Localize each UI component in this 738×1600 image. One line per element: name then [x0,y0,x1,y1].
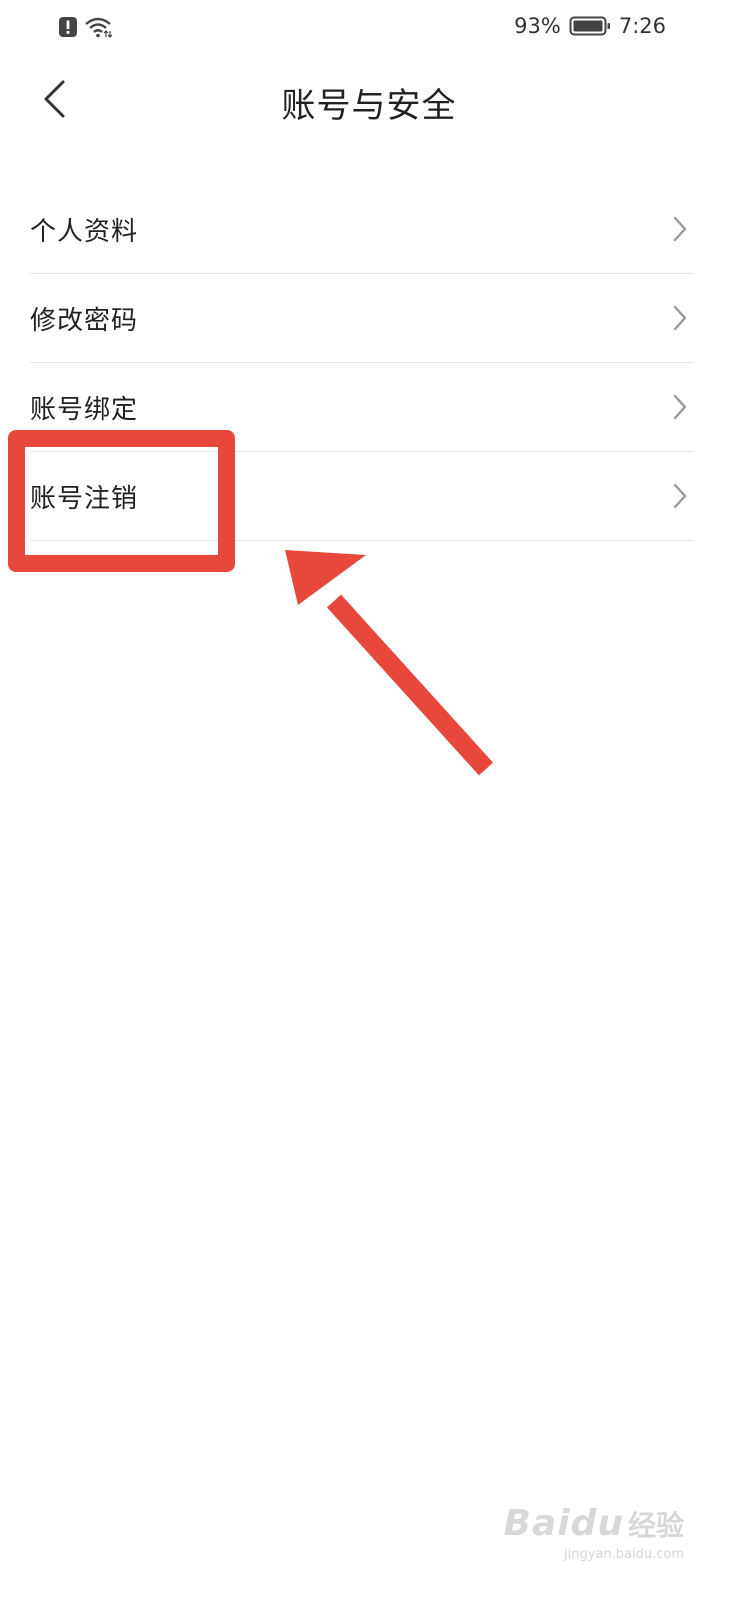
clock: 7:26 [618,14,666,38]
menu-item-label: 修改密码 [30,305,139,336]
chevron-right-icon [672,393,688,421]
chevron-right-icon [672,482,688,510]
status-right: 93% 7:26 [514,14,666,38]
battery-percent: 93% [514,14,561,38]
status-left [58,16,113,42]
watermark: Baidu 经验 jingyan.baidu.com [503,1503,685,1562]
watermark-url: jingyan.baidu.com [564,1547,684,1562]
annotation-highlight-box [8,430,235,572]
chevron-right-icon [672,215,688,243]
battery-icon [569,15,611,37]
menu-item-label: 账号绑定 [30,394,139,425]
watermark-suffix: 经验 [627,1509,684,1542]
wifi-icon [84,16,113,42]
menu-item-change-password[interactable]: 修改密码 [30,274,694,363]
status-bar: 93% 7:26 [0,0,738,56]
nav-bar: 账号与安全 [0,60,738,144]
chevron-right-icon [672,304,688,332]
watermark-brand: Baidu [503,1503,624,1544]
alert-icon [58,16,78,42]
menu-item-profile[interactable]: 个人资料 [30,185,694,274]
menu-item-label: 个人资料 [30,216,139,247]
page-title: 账号与安全 [281,86,457,126]
annotation-arrow [280,545,500,789]
